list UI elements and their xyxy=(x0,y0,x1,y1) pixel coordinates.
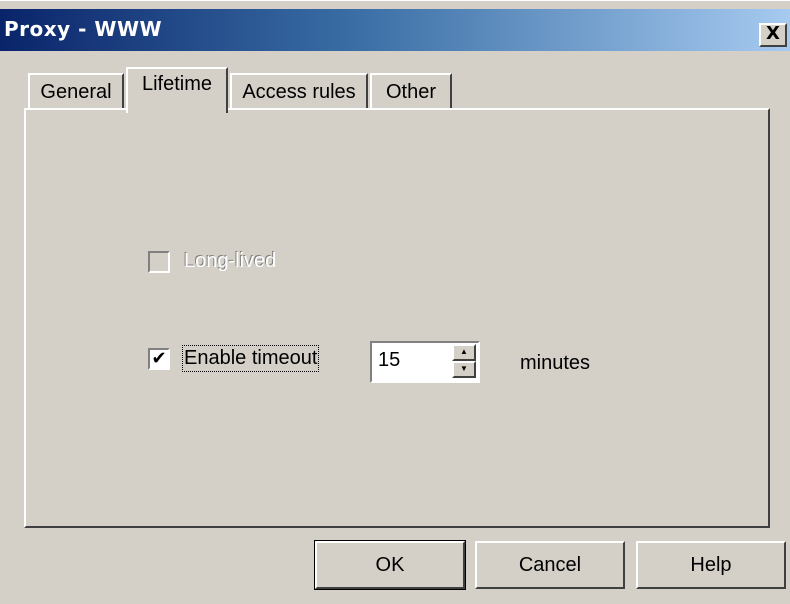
tab-lifetime[interactable]: Lifetime xyxy=(126,67,228,113)
dialog-window: Proxy - WWW X General Lifetime Access ru… xyxy=(0,0,790,604)
spin-down-button[interactable]: ▼ xyxy=(452,361,476,378)
tab-label: Lifetime xyxy=(141,73,213,95)
spin-up-button[interactable]: ▲ xyxy=(452,344,476,361)
window-title: Proxy - WWW xyxy=(4,17,163,41)
chevron-up-icon: ▲ xyxy=(460,347,468,356)
tab-label: General xyxy=(40,81,112,103)
cancel-button[interactable]: Cancel xyxy=(475,541,625,589)
help-button[interactable]: Help xyxy=(636,541,786,589)
long-lived-label: Long-lived xyxy=(184,250,277,272)
check-icon: ✔ xyxy=(151,348,167,368)
close-button[interactable]: X xyxy=(759,23,787,47)
tab-general[interactable]: General xyxy=(28,73,124,109)
title-bar[interactable]: Proxy - WWW X xyxy=(0,9,790,51)
timeout-unit-label: minutes xyxy=(520,352,591,374)
chevron-down-icon: ▼ xyxy=(460,364,468,373)
long-lived-checkbox[interactable] xyxy=(148,251,170,273)
timeout-stepper[interactable]: 15 ▲ ▼ xyxy=(370,341,480,383)
enable-timeout-checkbox[interactable]: ✔ xyxy=(148,348,170,370)
tab-other[interactable]: Other xyxy=(370,73,452,109)
enable-timeout-label: Enable timeout xyxy=(181,345,320,372)
ok-button[interactable]: OK xyxy=(314,540,466,590)
tab-label: Other xyxy=(385,81,437,103)
timeout-value[interactable]: 15 xyxy=(378,349,400,372)
tab-label: Access rules xyxy=(242,81,356,103)
tab-access-rules[interactable]: Access rules xyxy=(230,73,368,109)
tab-panel-lifetime xyxy=(24,108,770,528)
